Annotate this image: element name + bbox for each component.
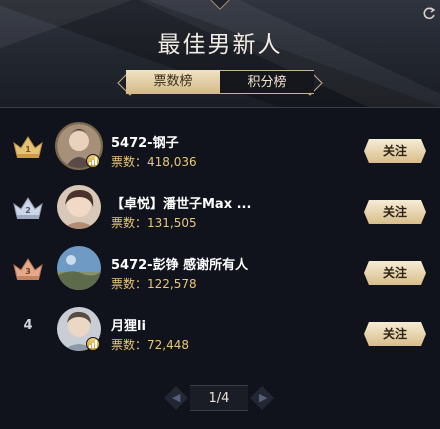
bronze-crown-icon: 3 xyxy=(13,258,43,280)
silver-crown-icon: 2 xyxy=(13,197,43,219)
entry-name: 5472-钢子 xyxy=(111,136,179,151)
ranking-list: 1 5472-钢子 票数：418,036 关注 2 【卓悦】潘世子Max ... xyxy=(0,122,440,368)
follow-button[interactable]: 关注 xyxy=(364,200,426,224)
avatar[interactable] xyxy=(57,185,101,229)
entry-name: 月狸li xyxy=(111,319,146,334)
header-banner: 最佳男新人 票数榜 积分榜 xyxy=(0,0,440,108)
refresh-icon[interactable] xyxy=(422,6,436,20)
entry-votes: 票数：418,036 xyxy=(111,155,197,169)
chevron-right-icon: ▶ xyxy=(259,391,268,404)
entry-votes: 票数：122,578 xyxy=(111,277,197,291)
follow-button[interactable]: 关注 xyxy=(364,261,426,285)
follow-button[interactable]: 关注 xyxy=(364,322,426,346)
pagination: ◀ 1/4 ▶ xyxy=(164,385,274,411)
tab-votes[interactable]: 票数榜 xyxy=(126,70,220,94)
gold-crown-icon: 1 xyxy=(13,136,43,158)
list-item: 2 【卓悦】潘世子Max ... 票数：131,505 关注 xyxy=(0,185,440,246)
page-indicator: 1/4 xyxy=(190,385,248,411)
level-badge xyxy=(86,154,100,168)
rank-number: 1 xyxy=(25,145,31,154)
entry-name: 5472-彭铮 感谢所有人 xyxy=(111,258,249,273)
tab-points[interactable]: 积分榜 xyxy=(220,70,314,94)
rank-number: 2 xyxy=(25,206,31,215)
list-item: 1 5472-钢子 票数：418,036 关注 xyxy=(0,122,440,185)
entry-votes: 票数：72,448 xyxy=(111,338,190,352)
entry-name: 【卓悦】潘世子Max ... xyxy=(111,197,252,212)
chevron-left-icon: ◀ xyxy=(172,391,181,404)
rank-number: 4 xyxy=(23,318,33,333)
page-title: 最佳男新人 xyxy=(157,32,283,58)
top-notch-ornament xyxy=(210,0,230,10)
follow-button[interactable]: 关注 xyxy=(364,139,426,163)
ranking-tabs: 票数榜 积分榜 xyxy=(126,70,314,94)
next-page-button[interactable]: ▶ xyxy=(250,386,274,410)
level-badge xyxy=(86,337,100,351)
entry-votes: 票数：131,505 xyxy=(111,216,197,230)
avatar[interactable] xyxy=(57,246,101,290)
list-item: 3 5472-彭铮 感谢所有人 票数：122,578 关注 xyxy=(0,246,440,307)
rank-number: 3 xyxy=(25,267,31,276)
prev-page-button[interactable]: ◀ xyxy=(164,386,188,410)
list-item: 4 月狸li 票数：72,448 关注 xyxy=(0,307,440,368)
